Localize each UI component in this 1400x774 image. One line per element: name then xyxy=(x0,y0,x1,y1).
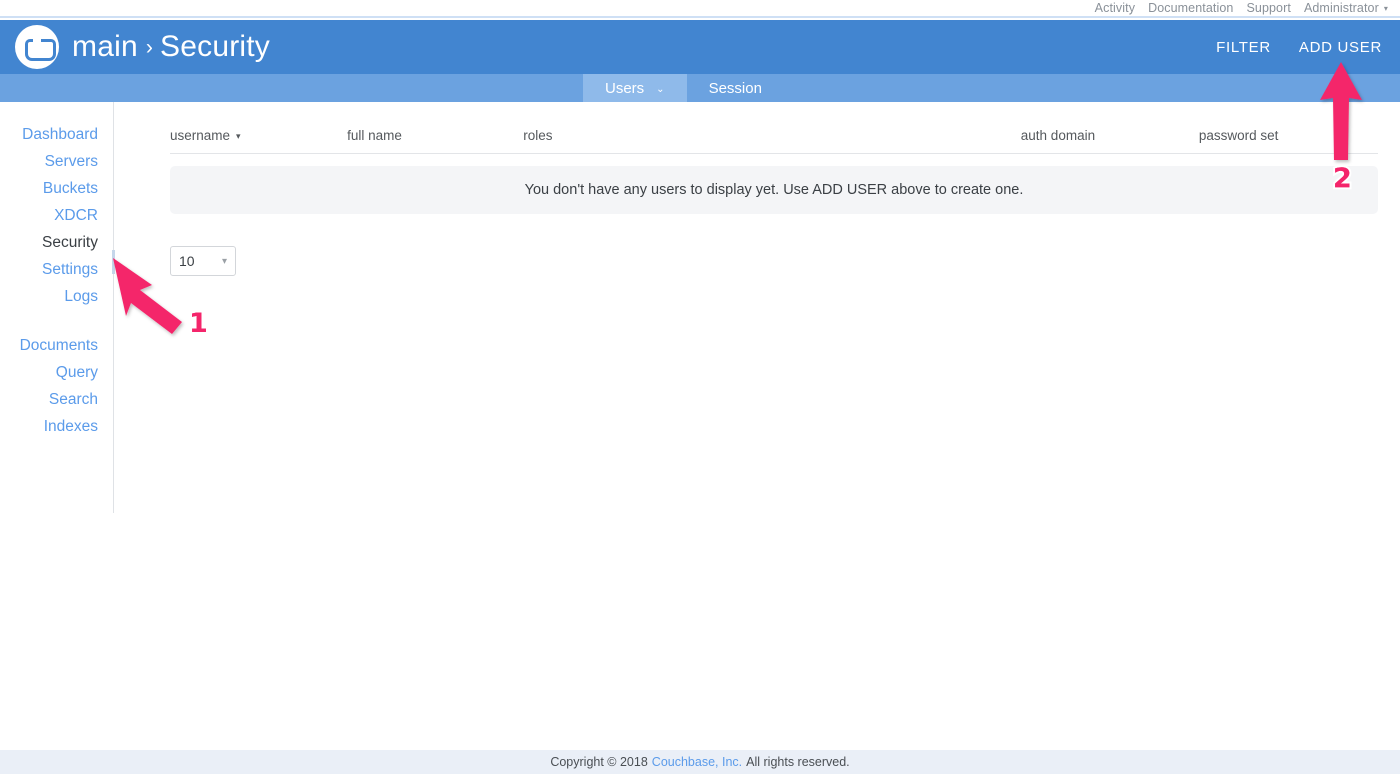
column-header-roles[interactable]: roles xyxy=(523,128,1021,143)
breadcrumb: main › Security xyxy=(72,30,270,64)
topbar-link-activity[interactable]: Activity xyxy=(1095,1,1135,15)
tab-bar-spacer xyxy=(0,74,583,102)
footer: Copyright © 2018 Couchbase, Inc. All rig… xyxy=(0,750,1400,774)
breadcrumb-separator-icon: › xyxy=(145,36,154,59)
top-utility-bar: Activity Documentation Support Administr… xyxy=(0,0,1400,18)
tab-session[interactable]: Session xyxy=(687,74,784,102)
column-header-password-set[interactable]: password set xyxy=(1199,128,1378,143)
pagination-controls: 10 ▾ xyxy=(170,246,1378,276)
empty-state-message: You don't have any users to display yet.… xyxy=(524,182,1024,198)
app-header: main › Security FILTER ADD USER xyxy=(0,20,1400,74)
footer-copyright-prefix: Copyright © 2018 xyxy=(550,755,648,769)
breadcrumb-cluster[interactable]: main xyxy=(72,30,138,64)
sidebar-item-servers[interactable]: Servers xyxy=(0,153,113,171)
empty-state-row: You don't have any users to display yet.… xyxy=(170,166,1378,214)
filter-button[interactable]: FILTER xyxy=(1216,39,1271,56)
sidebar-item-settings[interactable]: Settings xyxy=(0,261,113,279)
sidebar-item-security[interactable]: Security xyxy=(0,234,113,252)
chevron-down-icon: ▾ xyxy=(1383,4,1388,13)
tab-bar: Users ⌄ Session xyxy=(0,74,1400,102)
page-size-value: 10 xyxy=(179,253,195,269)
sidebar-item-search[interactable]: Search xyxy=(0,391,113,409)
chevron-down-icon: ▾ xyxy=(221,255,227,267)
page-title: Security xyxy=(160,30,271,63)
tab-users-label: Users xyxy=(605,79,645,97)
topbar-link-administrator[interactable]: Administrator ▾ xyxy=(1304,1,1388,15)
tab-users[interactable]: Users ⌄ xyxy=(583,74,687,102)
administrator-label: Administrator xyxy=(1303,1,1379,15)
users-table-header: username ▾ full name roles auth domain pa… xyxy=(170,128,1378,154)
sidebar-nav: Dashboard Servers Buckets XDCR Security … xyxy=(0,102,115,513)
couchbase-logo-mark xyxy=(24,38,56,61)
sidebar-item-documents[interactable]: Documents xyxy=(0,337,113,355)
footer-copyright-suffix: All rights reserved. xyxy=(746,755,850,769)
chevron-down-icon: ⌄ xyxy=(656,83,665,95)
page-size-select[interactable]: 10 ▾ xyxy=(170,246,236,276)
sort-descending-icon: ▾ xyxy=(236,131,241,141)
sidebar-item-query[interactable]: Query xyxy=(0,364,113,382)
topbar-link-documentation[interactable]: Documentation xyxy=(1148,1,1233,15)
main-content: username ▾ full name roles auth domain pa… xyxy=(115,102,1400,742)
sidebar-divider xyxy=(0,315,113,337)
column-header-full-name[interactable]: full name xyxy=(347,128,523,143)
topbar-link-support[interactable]: Support xyxy=(1246,1,1290,15)
sidebar-item-buckets[interactable]: Buckets xyxy=(0,180,113,198)
column-header-auth-domain[interactable]: auth domain xyxy=(1021,128,1199,143)
header-actions: FILTER ADD USER xyxy=(1188,39,1382,56)
sidebar-item-xdcr[interactable]: XDCR xyxy=(0,207,113,225)
tab-session-label: Session xyxy=(708,79,762,97)
couchbase-logo-icon[interactable] xyxy=(15,25,59,69)
footer-couchbase-link[interactable]: Couchbase, Inc. xyxy=(652,755,742,769)
column-header-username[interactable]: username ▾ xyxy=(170,128,347,143)
couchbase-admin-console: Activity Documentation Support Administr… xyxy=(0,0,1400,774)
sidebar-item-indexes[interactable]: Indexes xyxy=(0,418,113,436)
add-user-button[interactable]: ADD USER xyxy=(1299,39,1382,56)
sidebar-item-logs[interactable]: Logs xyxy=(0,288,113,306)
column-header-username-label: username xyxy=(170,128,231,143)
sidebar-item-dashboard[interactable]: Dashboard xyxy=(0,126,113,144)
